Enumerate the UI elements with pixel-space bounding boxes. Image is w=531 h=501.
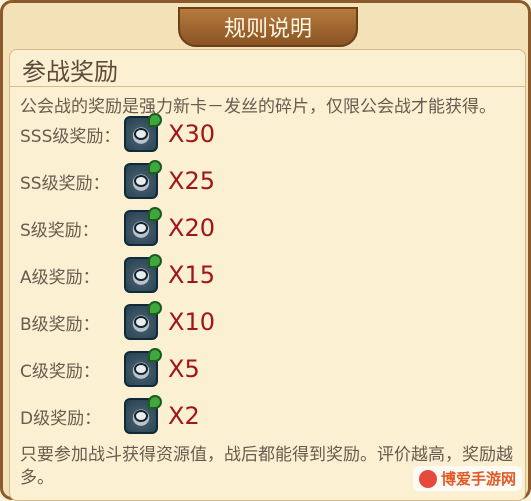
reward-quantity: X5 xyxy=(168,355,200,383)
reward-quantity: X15 xyxy=(168,261,215,289)
hair-fragment-card-icon xyxy=(124,160,162,199)
reward-row-ss: SS级奖励： X25 xyxy=(20,159,215,203)
hair-fragment-card-icon xyxy=(124,254,162,293)
reward-row-s: S级奖励： X20 xyxy=(20,206,215,250)
reward-grade-label: D级奖励： xyxy=(20,408,102,429)
reward-quantity: X10 xyxy=(168,308,215,336)
section-title: 参战奖励 xyxy=(22,58,118,86)
reward-grade-label: S级奖励： xyxy=(20,220,99,241)
watermark-badge: 博爱手游网 xyxy=(412,466,522,491)
reward-row-d: D级奖励： X2 xyxy=(20,394,200,438)
hair-fragment-card-icon xyxy=(124,113,162,152)
reward-quantity: X25 xyxy=(168,167,215,195)
header-banner: 规则说明 xyxy=(178,7,358,47)
watermark-text: 博爱手游网 xyxy=(440,470,516,488)
hair-fragment-card-icon xyxy=(124,348,162,387)
hair-fragment-card-icon xyxy=(124,301,162,340)
divider xyxy=(10,86,525,87)
reward-row-sss: SSS级奖励： X30 xyxy=(20,112,215,156)
site-logo-icon xyxy=(418,469,437,488)
reward-quantity: X20 xyxy=(168,214,215,242)
reward-row-a: A级奖励： X15 xyxy=(20,253,215,297)
rules-panel: 规则说明 参战奖励 公会战的奖励是强力新卡－发丝的碎片，仅限公会战才能获得。 S… xyxy=(0,0,531,501)
page-title: 规则说明 xyxy=(223,17,312,42)
reward-quantity: X30 xyxy=(168,120,215,148)
reward-grade-label: C级奖励： xyxy=(20,361,100,382)
hair-fragment-card-icon xyxy=(124,207,162,246)
reward-grade-label: SS级奖励： xyxy=(20,173,110,194)
hair-fragment-card-icon xyxy=(124,395,162,434)
reward-row-b: B级奖励： X10 xyxy=(20,300,215,344)
reward-grade-label: B级奖励： xyxy=(20,314,100,335)
reward-grade-label: A级奖励： xyxy=(20,267,100,288)
reward-grade-label: SSS级奖励： xyxy=(20,126,121,147)
reward-quantity: X2 xyxy=(168,402,200,430)
reward-row-c: C级奖励： X5 xyxy=(20,347,200,391)
content-area[interactable]: 参战奖励 公会战的奖励是强力新卡－发丝的碎片，仅限公会战才能获得。 SSS级奖励… xyxy=(9,49,526,501)
